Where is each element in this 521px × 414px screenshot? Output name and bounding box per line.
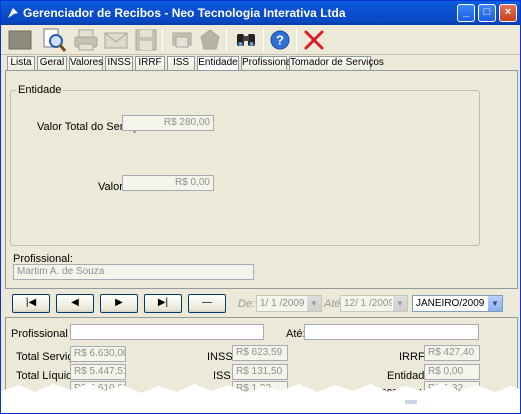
inss-label: INSS <box>207 351 233 363</box>
entidade-group-label: Entidade <box>16 84 64 96</box>
title-bar[interactable]: Gerenciador de Recibos - Neo Tecnologia … <box>1 1 520 25</box>
tab-iss[interactable]: ISS <box>167 56 195 70</box>
toolbar: ? <box>1 25 520 55</box>
irrf-label: IRRF <box>399 351 425 363</box>
toolbar-separator <box>162 29 163 51</box>
profissional-ate-label: Até: <box>286 328 306 340</box>
app-icon <box>8 8 18 18</box>
tab-valores[interactable]: Valores <box>69 56 103 70</box>
window-title: Gerenciador de Recibos - Neo Tecnologia … <box>23 6 346 20</box>
valor-label: Valor <box>98 181 123 193</box>
save-icon[interactable] <box>133 27 159 53</box>
navigation-bar: |◀ ◀ ▶ ▶| — De: 1/ 1 /2009 ▼ Até: 12/ 1 … <box>5 291 518 316</box>
date-to-picker[interactable]: 12/ 1 /2009 ▼ <box>340 295 408 312</box>
tab-tomador-de-servicos[interactable]: Tomador de Serviços <box>289 56 384 70</box>
iss-field[interactable]: R$ 131,50 <box>232 364 288 380</box>
tab-profissional[interactable]: Profissional <box>241 56 294 70</box>
first-record-button[interactable]: |◀ <box>12 294 50 313</box>
help-icon[interactable]: ? <box>267 27 293 53</box>
tab-irrf[interactable]: IRRF <box>135 56 165 70</box>
chevron-down-icon[interactable]: ▼ <box>306 296 321 311</box>
toolbar-separator <box>263 29 264 51</box>
delete-icon[interactable] <box>301 27 327 53</box>
torn-edge <box>1 383 520 413</box>
total-servico-field[interactable]: R$ 6.630,00 <box>70 346 126 362</box>
svg-text:?: ? <box>276 33 284 48</box>
last-record-button[interactable]: ▶| <box>144 294 182 313</box>
tab-entidade[interactable]: Entidade <box>197 56 239 71</box>
print-preview-icon[interactable] <box>169 27 195 53</box>
profissional-field[interactable]: Martim A. de Souza <box>13 264 254 280</box>
tab-lista[interactable]: Lista <box>7 56 35 70</box>
month-select-value: JANEIRO/2009 <box>416 298 485 309</box>
tab-strip: Lista Geral Valores INSS IRRF ISS Entida… <box>1 56 520 71</box>
minimize-button[interactable]: _ <box>457 4 475 22</box>
date-from-picker[interactable]: 1/ 1 /2009 ▼ <box>256 295 322 312</box>
previous-record-button[interactable]: ◀ <box>56 294 94 313</box>
total-liquido-field[interactable]: R$ 5.447,51 <box>70 364 126 380</box>
main-window: Gerenciador de Recibos - Neo Tecnologia … <box>0 0 521 414</box>
printer-icon[interactable] <box>73 27 99 53</box>
search-icon[interactable] <box>41 27 67 53</box>
email-icon[interactable] <box>103 27 129 53</box>
chevron-down-icon[interactable]: ▼ <box>487 296 502 311</box>
date-to-value: 12/ 1 /2009 <box>344 298 395 309</box>
record-icon[interactable] <box>7 27 33 53</box>
irrf-field[interactable]: R$ 427,40 <box>424 345 480 361</box>
date-from-value: 1/ 1 /2009 <box>260 298 305 309</box>
next-record-button[interactable]: ▶ <box>100 294 138 313</box>
maximize-button[interactable]: □ <box>478 4 496 22</box>
tab-geral[interactable]: Geral <box>37 56 67 70</box>
chevron-down-icon[interactable]: ▼ <box>392 296 407 311</box>
close-button[interactable]: × <box>499 4 517 22</box>
toolbar-separator <box>226 29 227 51</box>
delete-record-button[interactable]: — <box>188 294 226 313</box>
valor-total-field[interactable]: R$ 280,00 <box>122 115 214 131</box>
binoculars-icon[interactable] <box>233 27 259 53</box>
toolbar-separator <box>296 29 297 51</box>
date-from-label: De: <box>238 298 256 310</box>
entidade-total-field[interactable]: R$ 0,00 <box>424 364 480 380</box>
inss-field[interactable]: R$ 623,59 <box>232 345 288 361</box>
profissional-de-field[interactable] <box>70 324 264 340</box>
tab-inss[interactable]: INSS <box>105 56 133 70</box>
profissional-ate-field[interactable] <box>304 324 479 340</box>
month-select[interactable]: JANEIRO/2009 ▼ <box>412 295 503 312</box>
stamp-icon[interactable] <box>197 27 223 53</box>
entidade-group <box>10 90 480 246</box>
valor-field[interactable]: R$ 0,00 <box>122 175 214 191</box>
